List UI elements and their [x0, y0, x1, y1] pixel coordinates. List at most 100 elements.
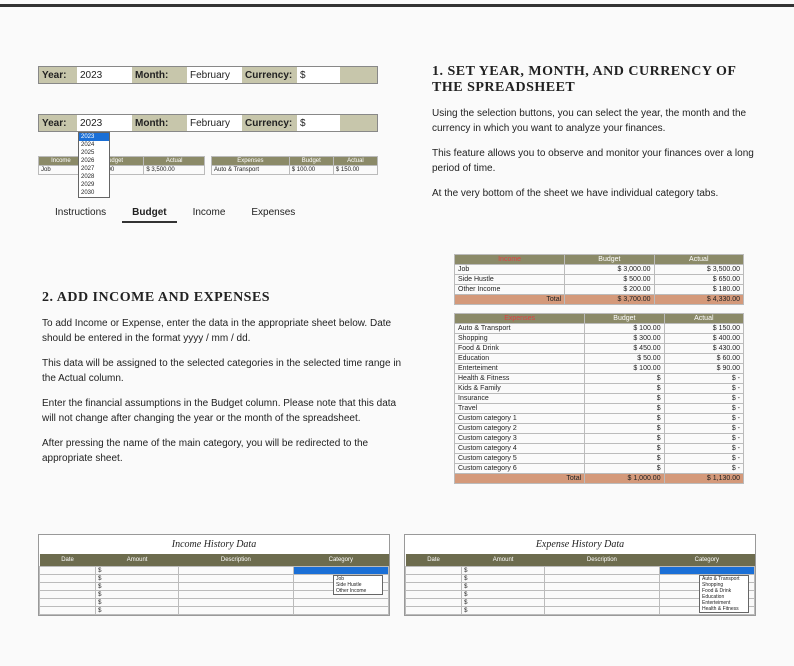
year-option[interactable]: 2030: [79, 189, 109, 197]
col-header: Amount: [96, 554, 179, 567]
table-row: Shopping$ 300.00$ 400.00: [455, 334, 744, 344]
row-label: Auto & Transport: [212, 166, 290, 175]
mini-income-table: Income Budget Actual Job $ 3,000.00 $ 3,…: [38, 156, 205, 175]
sheet-tab[interactable]: Instructions: [45, 204, 116, 223]
year-option[interactable]: 2025: [79, 149, 109, 157]
spreadsheet-ribbon-sample-1: Year: 2023 Month: February Currency: $: [38, 66, 378, 84]
table-row[interactable]: $: [40, 567, 389, 575]
sheet-tab[interactable]: Income: [183, 204, 236, 223]
table-row: Custom category 6$$ -: [455, 464, 744, 474]
month-value[interactable]: February: [187, 67, 242, 83]
col-income: Income: [39, 157, 84, 166]
finance-tables: IncomeBudgetActualJob$ 3,000.00$ 3,500.0…: [454, 254, 744, 492]
section-2-p2: This data will be assigned to the select…: [42, 356, 402, 386]
sheet-tab[interactable]: Budget: [122, 204, 176, 223]
total-row: Total$ 3,700.00$ 4,330.00: [455, 295, 744, 305]
col-header: Date: [406, 554, 462, 567]
section-1: 1. SET YEAR, MONTH, AND CURRENCY OF THE …: [432, 64, 762, 211]
expense-category-dropdown[interactable]: Auto & TransportShoppingFood & DrinkEduc…: [699, 575, 749, 613]
year-option[interactable]: 2028: [79, 173, 109, 181]
col-budget: Budget: [289, 157, 333, 166]
table-row: Custom category 3$$ -: [455, 434, 744, 444]
income-history-title: Income History Data: [39, 535, 389, 554]
table-row: Food & Drink$ 450.00$ 430.00: [455, 344, 744, 354]
table-row: Insurance$$ -: [455, 394, 744, 404]
table-row[interactable]: $: [40, 607, 389, 615]
section-1-p1: Using the selection buttons, you can sel…: [432, 106, 762, 136]
income-table: IncomeBudgetActualJob$ 3,000.00$ 3,500.0…: [454, 254, 744, 305]
col-header: Category: [659, 554, 754, 567]
table-row: Custom category 1$$ -: [455, 414, 744, 424]
year-label: Year:: [39, 115, 77, 131]
year-value-open[interactable]: 2023: [77, 115, 132, 131]
table-row: Travel$$ -: [455, 404, 744, 414]
ribbon-spacer: [340, 115, 379, 131]
section-2-p1: To add Income or Expense, enter the data…: [42, 316, 402, 346]
section-1-title: 1. SET YEAR, MONTH, AND CURRENCY OF THE …: [432, 64, 762, 96]
section-1-p2: This feature allows you to observe and m…: [432, 146, 762, 176]
table-row: Side Hustle$ 500.00$ 650.00: [455, 275, 744, 285]
year-option[interactable]: 2026: [79, 157, 109, 165]
actual-cell: $ 3,500.00: [144, 166, 205, 175]
table-row: Education$ 50.00$ 60.00: [455, 354, 744, 364]
col-header: Description: [545, 554, 659, 567]
section-2-p3: Enter the financial assumptions in the B…: [42, 396, 402, 426]
month-value[interactable]: February: [187, 115, 242, 131]
table-row: Kids & Family$$ -: [455, 384, 744, 394]
budget-cell: $ 100.00: [289, 166, 333, 175]
income-category-dropdown[interactable]: JobSide HustleOther Income: [333, 575, 383, 595]
col-header: Date: [40, 554, 96, 567]
category-option[interactable]: Health & Fitness: [700, 606, 748, 612]
col-header: Budget: [585, 314, 664, 324]
actual-cell: $ 150.00: [333, 166, 377, 175]
year-option[interactable]: 2024: [79, 141, 109, 149]
table-row: Job$ 3,000.00$ 3,500.00: [455, 265, 744, 275]
col-header: Income: [455, 255, 565, 265]
table-row: Custom category 5$$ -: [455, 454, 744, 464]
ribbon-spacer: [340, 67, 379, 83]
year-label: Year:: [39, 67, 77, 83]
currency-value[interactable]: $: [297, 115, 340, 131]
table-row: Custom category 4$$ -: [455, 444, 744, 454]
col-header: Expenses: [455, 314, 585, 324]
col-header: Actual: [664, 314, 743, 324]
col-expenses: Expenses: [212, 157, 290, 166]
category-option[interactable]: Other Income: [334, 588, 382, 594]
currency-label: Currency:: [242, 115, 297, 131]
col-header: Amount: [462, 554, 545, 567]
mini-expense-table: Expenses Budget Actual Auto & Transport …: [211, 156, 378, 175]
currency-value[interactable]: $: [297, 67, 340, 83]
year-value[interactable]: 2023: [77, 67, 132, 83]
col-header: Category: [293, 554, 388, 567]
month-label: Month:: [132, 67, 187, 83]
col-actual: Actual: [144, 157, 205, 166]
expense-history-title: Expense History Data: [405, 535, 755, 554]
table-row[interactable]: $: [40, 599, 389, 607]
table-row: Health & Fitness$$ -: [455, 374, 744, 384]
history-tables: Income History Data DateAmountDescriptio…: [38, 534, 756, 616]
col-header: Actual: [654, 255, 743, 265]
section-2-p4: After pressing the name of the main cate…: [42, 436, 402, 466]
top-rule: [0, 4, 794, 7]
section-2-title: 2. ADD INCOME AND EXPENSES: [42, 290, 402, 306]
table-row: Auto & Transport$ 100.00$ 150.00: [455, 324, 744, 334]
table-row: Enterteiment$ 100.00$ 90.00: [455, 364, 744, 374]
row-label: Job: [39, 166, 84, 175]
year-dropdown[interactable]: 20232024202520262027202820292030: [78, 132, 110, 198]
table-row: Other Income$ 200.00$ 180.00: [455, 285, 744, 295]
month-label: Month:: [132, 115, 187, 131]
year-option[interactable]: 2029: [79, 181, 109, 189]
expense-table: ExpensesBudgetActualAuto & Transport$ 10…: [454, 313, 744, 484]
col-header: Description: [179, 554, 293, 567]
year-option[interactable]: 2027: [79, 165, 109, 173]
year-option[interactable]: 2023: [79, 133, 109, 141]
section-1-p3: At the very bottom of the sheet we have …: [432, 186, 762, 201]
income-history-box: Income History Data DateAmountDescriptio…: [38, 534, 390, 616]
table-row[interactable]: $: [406, 567, 755, 575]
currency-label: Currency:: [242, 67, 297, 83]
spreadsheet-ribbon-sample-2: Year: 2023 Month: February Currency: $: [38, 114, 378, 132]
sheet-tab[interactable]: Expenses: [241, 204, 305, 223]
table-row: Custom category 2$$ -: [455, 424, 744, 434]
section-2: 2. ADD INCOME AND EXPENSES To add Income…: [42, 290, 402, 476]
col-header: Budget: [565, 255, 654, 265]
